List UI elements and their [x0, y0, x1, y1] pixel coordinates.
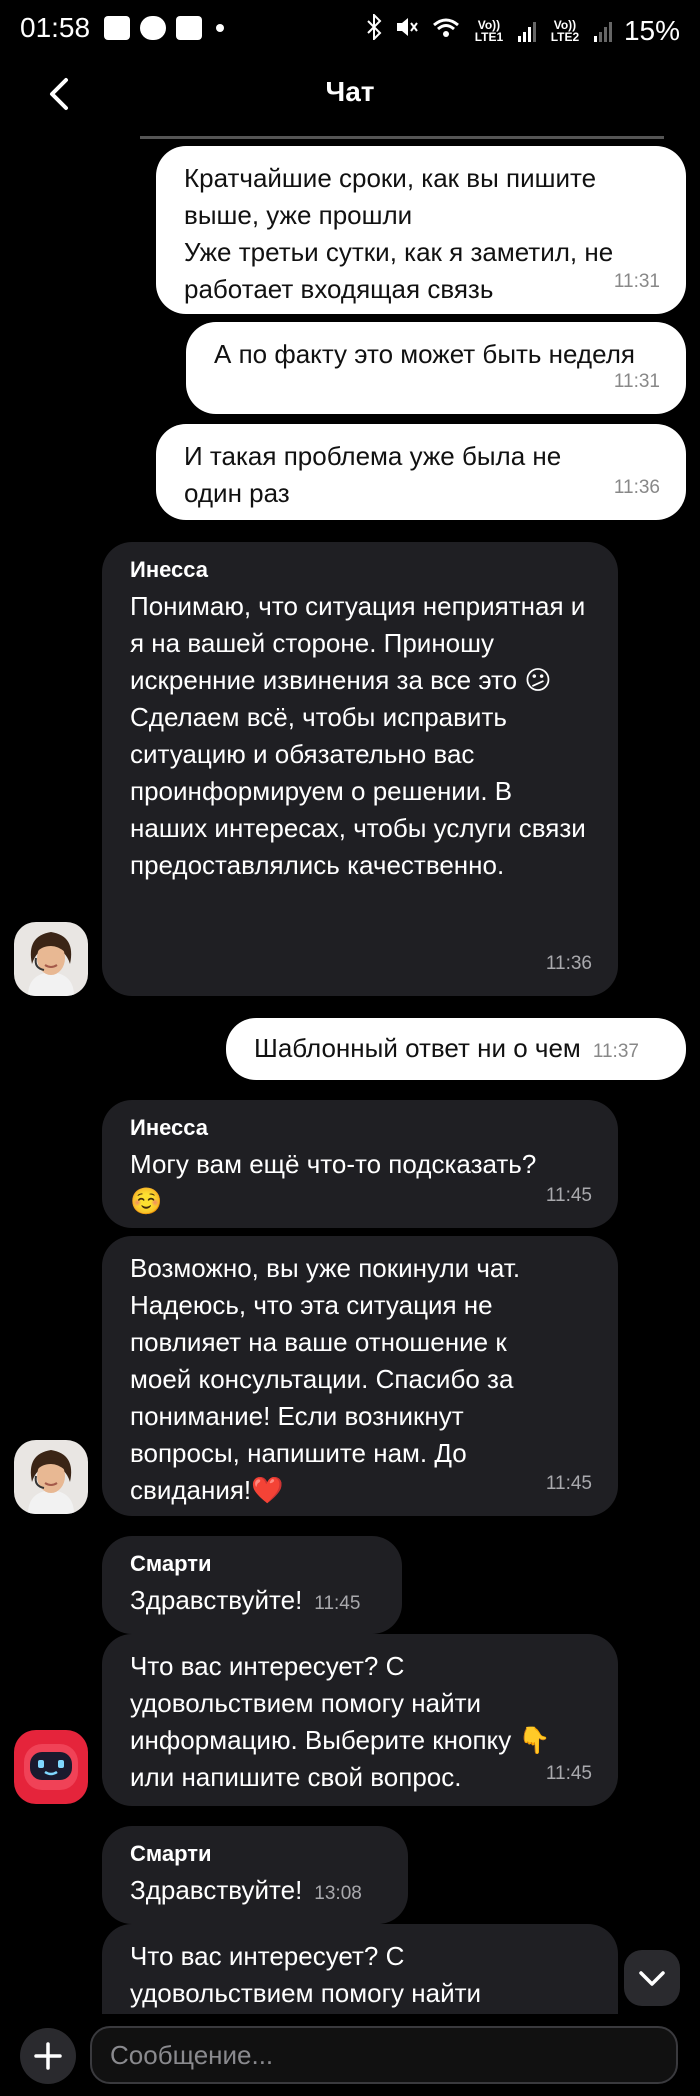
- incoming-message: Смарти Здравствуйте! 11:45: [102, 1536, 402, 1634]
- message-text: Возможно, вы уже покинули чат. Надеюсь, …: [130, 1253, 521, 1505]
- status-bar: 01:58 Vo)) LTE1 Vo)) LTE2 15%: [0, 0, 700, 60]
- gallery-icon: [104, 16, 130, 40]
- wifi-icon: [432, 15, 460, 46]
- signal-bars-1-icon: [517, 20, 536, 42]
- outgoing-message: Кратчайшие сроки, как вы пишите выше, уж…: [156, 146, 686, 314]
- message-time: 13:08: [314, 1883, 362, 1904]
- message-text: Что вас интересует? С удовольствием помо…: [130, 1651, 551, 1792]
- signal-bars-2-icon: [593, 20, 612, 42]
- message-time: 11:36: [613, 477, 660, 498]
- notification-icons: [104, 16, 224, 40]
- status-time: 01:58: [20, 12, 91, 43]
- battery-level: 15%: [623, 14, 680, 46]
- plus-icon: [34, 2042, 62, 2070]
- message-time: 11:45: [545, 1763, 592, 1784]
- message-text: Здравствуйте! 13:08: [130, 1875, 362, 1905]
- message-time: 11:45: [545, 1185, 592, 1206]
- scroll-to-bottom-button[interactable]: [624, 1950, 680, 2006]
- chevron-down-icon: [639, 1971, 665, 1986]
- bot-avatar: [14, 1730, 88, 1804]
- outgoing-message: А по факту это может быть неделя 11:31: [186, 322, 686, 414]
- message-text: А по факту это может быть неделя: [214, 339, 635, 369]
- incoming-message: Что вас интересует? С удовольствием помо…: [102, 1634, 618, 1806]
- message-time: 11:45: [545, 1473, 592, 1494]
- message-icon: [140, 16, 166, 40]
- message-text: Что вас интересует? С удовольствием помо…: [130, 1941, 482, 2008]
- message-time: 11:31: [613, 371, 660, 392]
- attach-button[interactable]: [20, 2028, 76, 2084]
- message-input[interactable]: [90, 2026, 678, 2084]
- sim2-label: Vo)) LTE2: [550, 17, 580, 44]
- sender-name: Смарти: [130, 1551, 212, 1576]
- message-time: 11:36: [545, 953, 592, 974]
- message-text: И такая проблема уже была не один раз: [184, 441, 562, 508]
- mute-icon: [394, 14, 420, 47]
- app-notification-icon: [176, 16, 202, 40]
- incoming-message: Инесса Понимаю, что ситуация неприятная …: [102, 542, 618, 996]
- message-text: Здравствуйте! 11:45: [130, 1585, 361, 1615]
- incoming-message: Возможно, вы уже покинули чат. Надеюсь, …: [102, 1236, 618, 1516]
- system-icons: Vo)) LTE1 Vo)) LTE2 15%: [366, 12, 680, 47]
- sim1-label: Vo)) LTE1: [474, 17, 504, 44]
- message-text: Шаблонный ответ ни о чем 11:37: [254, 1033, 639, 1063]
- more-notifications-icon: [216, 24, 224, 32]
- incoming-message: Инесса Могу вам ещё что-то подсказать? ☺…: [102, 1100, 618, 1228]
- sender-name: Инесса: [130, 557, 209, 582]
- message-time: 11:45: [314, 1593, 361, 1614]
- message-time: 11:31: [613, 271, 660, 292]
- divider: [140, 136, 664, 139]
- message-text: Понимаю, что ситуация неприятная и я на …: [130, 591, 586, 880]
- outgoing-message: Шаблонный ответ ни о чем 11:37: [226, 1018, 686, 1080]
- operator-avatar: [14, 922, 88, 996]
- bluetooth-icon: [366, 12, 382, 47]
- message-time: 11:37: [592, 1041, 639, 1062]
- operator-avatar: [14, 1440, 88, 1514]
- sender-name: Смарти: [130, 1841, 212, 1866]
- outgoing-message: И такая проблема уже была не один раз 11…: [156, 424, 686, 520]
- chat-header: Чат: [0, 60, 700, 124]
- incoming-message: Что вас интересует? С удовольствием помо…: [102, 1924, 618, 2016]
- sender-name: Инесса: [130, 1115, 209, 1140]
- message-text: Могу вам ещё что-то подсказать? ☺️: [130, 1149, 537, 1216]
- incoming-message: Смарти Здравствуйте! 13:08: [102, 1826, 408, 1924]
- page-title: Чат: [325, 76, 375, 107]
- message-text: Кратчайшие сроки, как вы пишите выше, уж…: [184, 163, 614, 304]
